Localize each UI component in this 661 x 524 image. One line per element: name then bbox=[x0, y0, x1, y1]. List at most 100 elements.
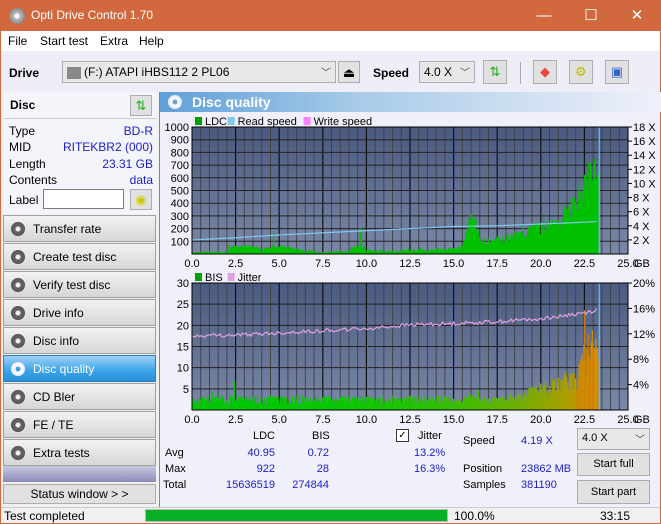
y-tick-label: 20 bbox=[177, 320, 189, 332]
refresh-icon: ⇅ bbox=[489, 64, 501, 79]
y2-tick-label: 4 X bbox=[633, 221, 650, 233]
nav-item-label: Disc info bbox=[33, 334, 80, 348]
drive-icon bbox=[67, 66, 81, 79]
disc-header: Disc ⇅ bbox=[3, 92, 157, 118]
start-full-button[interactable]: Start full bbox=[577, 453, 650, 476]
menu-start-test[interactable]: Start test bbox=[40, 34, 88, 48]
progress-fill bbox=[146, 510, 447, 521]
nav-item-label: CD Bler bbox=[33, 390, 76, 404]
jitter-checkbox[interactable]: ✓ bbox=[396, 429, 409, 442]
refresh-button[interactable]: ⇅ bbox=[483, 60, 507, 84]
y-tick-label: 5 bbox=[183, 384, 189, 396]
nav-item-disc-quality[interactable]: Disc quality bbox=[3, 355, 156, 382]
drive-select[interactable]: (F:) ATAPI iHBS112 2 PL06 ﹀ bbox=[62, 61, 336, 83]
nav-item-fe-te[interactable]: FE / TE bbox=[3, 411, 156, 438]
nav-item-drive-info[interactable]: Drive info bbox=[3, 299, 156, 326]
disc-type-value: BD-R bbox=[123, 124, 153, 138]
legend-label: BIS bbox=[205, 272, 223, 284]
disc-mid-value: RITEKBR2 (000) bbox=[62, 140, 153, 154]
menu-bar: File Start test Extra Help bbox=[1, 31, 660, 51]
y-tick-label: 25 bbox=[177, 299, 189, 311]
y2-tick-label: 16 X bbox=[633, 136, 656, 148]
y-tick-label: 700 bbox=[171, 160, 189, 172]
y-tick-label: 15 bbox=[177, 342, 189, 354]
toolbar: Drive (F:) ATAPI iHBS112 2 PL06 ﹀ ⏏ Spee… bbox=[1, 51, 660, 92]
chevron-down-icon: ﹀ bbox=[635, 435, 645, 446]
ldc-chart: 10020030040050060070080090010000.0 2.5 5.0… bbox=[165, 116, 657, 270]
nav-item-create-test-disc[interactable]: Create test disc bbox=[3, 243, 156, 270]
nav-item-cd-bler[interactable]: CD Bler bbox=[3, 383, 156, 410]
eject-icon: ⏏ bbox=[342, 65, 356, 80]
y-tick-label: 1000 bbox=[165, 122, 189, 134]
x-tick-label: 17.5 bbox=[486, 414, 507, 424]
nav-item-disc-info[interactable]: Disc info bbox=[3, 327, 156, 354]
max-ldc: 922 bbox=[256, 463, 275, 475]
nav-item-label: FE / TE bbox=[33, 418, 74, 432]
settings-icon: ⚙ bbox=[575, 64, 587, 79]
nav-item-extra-tests[interactable]: Extra tests bbox=[3, 439, 156, 466]
label-input[interactable] bbox=[43, 189, 124, 209]
avg-bis: 0.72 bbox=[307, 447, 329, 459]
disc-icon bbox=[11, 362, 25, 376]
disc-refresh-button[interactable]: ⇅ bbox=[130, 95, 152, 116]
y2-tick-label: 8 X bbox=[633, 193, 650, 205]
minimize-button[interactable]: — bbox=[521, 0, 567, 31]
disc-length-key: Length bbox=[9, 157, 46, 171]
x-tick-label: 7.5 bbox=[315, 414, 330, 424]
eject-button[interactable]: ⏏ bbox=[338, 61, 360, 83]
menu-help[interactable]: Help bbox=[139, 34, 164, 48]
start-part-button[interactable]: Start part bbox=[577, 480, 650, 504]
y2-tick-label: 2 X bbox=[633, 235, 650, 247]
col-ldc-header: LDC bbox=[253, 430, 276, 442]
disc-quality-panel: Disc quality 100 200 300 400 500 600 700 800 900… bbox=[159, 92, 661, 507]
speed-select[interactable]: 4.0 X ﹀ bbox=[419, 61, 475, 83]
disc-icon bbox=[11, 334, 25, 348]
max-label: Max bbox=[165, 463, 186, 475]
erase-button[interactable]: ◆ bbox=[533, 60, 557, 84]
nav-item-verify-test-disc[interactable]: Verify test disc bbox=[3, 271, 156, 298]
disc-icon bbox=[11, 446, 25, 460]
avg-jitter: 13.2% bbox=[414, 447, 446, 459]
label-disc-button[interactable]: ◉ bbox=[130, 189, 152, 210]
y-tick-label: 900 bbox=[171, 135, 189, 147]
nav-item-transfer-rate[interactable]: Transfer rate bbox=[3, 215, 156, 242]
position-label: Position bbox=[463, 463, 503, 475]
label-key: Label bbox=[9, 193, 39, 207]
y-tick-label: 300 bbox=[171, 211, 189, 223]
window-title: Opti Drive Control 1.70 bbox=[31, 8, 154, 22]
disc-length-row: Length 23.31 GB bbox=[9, 157, 153, 173]
y-tick-label: 500 bbox=[171, 186, 189, 198]
avg-label: Avg bbox=[165, 447, 184, 459]
settings-button[interactable]: ⚙ bbox=[569, 60, 593, 84]
bis-chart: 5 10 15 20 25 30 0.0 2.5 5.0 7.5 10.0 12.5 15.0 17.5 2… bbox=[177, 272, 655, 424]
speed-stat-label: Speed bbox=[463, 435, 495, 447]
col-bis-header: BIS bbox=[312, 430, 330, 442]
close-button[interactable]: ✕ bbox=[614, 0, 660, 31]
status-window-button[interactable]: Status window > > bbox=[3, 484, 156, 504]
legend-swatch bbox=[227, 273, 235, 281]
disc-title: Disc bbox=[10, 98, 36, 112]
disc-type-key: Type bbox=[9, 124, 36, 138]
test-speed-select[interactable]: 4.0 X ﹀ bbox=[577, 428, 650, 450]
x-tick-label: 20.0 bbox=[530, 414, 551, 424]
maximize-button[interactable]: ☐ bbox=[568, 0, 614, 31]
total-bis: 274844 bbox=[292, 479, 329, 491]
nav-item-label: Verify test disc bbox=[33, 278, 111, 292]
jitter-label: Jitter bbox=[418, 430, 442, 442]
y-tick-label: 30 bbox=[177, 278, 189, 290]
y2-tick-label: 8% bbox=[633, 354, 649, 366]
toolbar-divider bbox=[520, 62, 521, 84]
save-button[interactable]: ▣ bbox=[605, 60, 629, 84]
max-jitter: 16.3% bbox=[414, 463, 446, 475]
status-text: Test completed bbox=[4, 509, 85, 523]
legend-swatch bbox=[227, 117, 235, 125]
disc-mid-key: MID bbox=[9, 140, 31, 154]
disc-length-value: 23.31 GB bbox=[102, 157, 153, 171]
drive-label: Drive bbox=[9, 66, 40, 80]
menu-extra[interactable]: Extra bbox=[100, 34, 128, 48]
disc-icon bbox=[11, 222, 25, 236]
disc-icon bbox=[11, 418, 25, 432]
app-icon bbox=[9, 8, 25, 24]
menu-file[interactable]: File bbox=[8, 34, 27, 48]
nav-spacer bbox=[3, 466, 156, 482]
